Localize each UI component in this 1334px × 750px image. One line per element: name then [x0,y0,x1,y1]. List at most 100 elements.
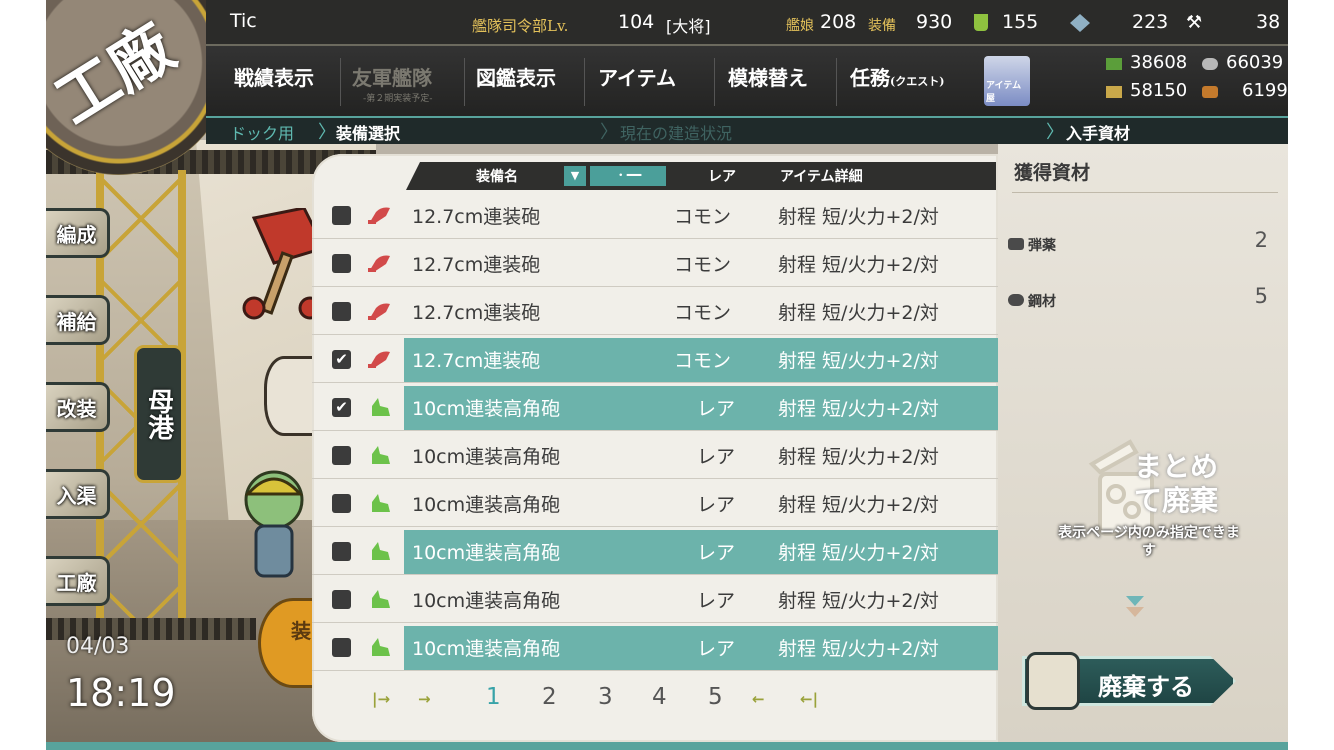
equipment-list-panel: 装備名 ▼ ・━━ レア アイテム詳細 12.7cm連装砲 コモン 射程 短/火力+… [312,154,998,742]
item-shop-button[interactable]: アイテム屋 [984,56,1030,106]
equipment-name: 12.7cm連装砲 [412,350,541,372]
row-checkbox[interactable] [332,254,351,273]
clock-date: 04/03 [66,634,130,659]
last-page-button[interactable]: ←| [800,690,818,708]
steel-icon [1202,58,1218,70]
row-checkbox[interactable] [332,542,351,561]
sort-direction-button[interactable]: ▼ [564,166,586,186]
equipment-name: 10cm連装高角砲 [412,398,561,420]
aa-gun-icon [372,638,390,656]
row-checkbox[interactable]: ✔ [332,398,351,417]
bauxite-icon [1202,86,1218,98]
equipment-row[interactable]: 10cm連装高角砲 レア 射程 短/火力+2/対 [312,528,998,575]
nav-organize-label: 編成 [56,222,97,247]
equipment-name: 12.7cm連装砲 [412,302,541,324]
first-page-button[interactable]: |→ [372,690,390,708]
steel-amount: 66039 [1226,52,1284,73]
equipment-row[interactable]: 10cm連装高角砲 レア 射程 短/火力+2/対 [312,480,998,527]
page-1[interactable]: 1 [486,684,501,710]
detail-fade [932,242,972,286]
gained-resources-panel: 獲得資材 弾薬 2 鋼材 5 まとめて廃棄 表示ページ内のみ指定できます 廃棄す… [998,144,1288,750]
page-2[interactable]: 2 [542,684,557,710]
equipment-row[interactable]: 12.7cm連装砲 コモン 射程 短/火力+2/対 [312,240,998,287]
ship-count: 208 [820,11,857,33]
equipment-row[interactable]: 12.7cm連装砲 コモン 射程 短/火力+2/対 [312,288,998,335]
equipment-row[interactable]: 10cm連装高角砲 レア 射程 短/火力+2/対 [312,624,998,671]
ammo-icon [1008,238,1024,250]
nav-resupply-label: 補給 [56,309,97,334]
equipment-row[interactable]: ✔ 12.7cm連装砲 コモン 射程 短/火力+2/対 [312,336,998,383]
row-checkbox[interactable] [332,494,351,513]
row-checkbox[interactable]: ✔ [332,350,351,369]
equipment-rarity: レア [697,638,736,660]
main-gun-icon [368,303,390,320]
breadcrumb-equip-select: 装備選択 [336,124,401,143]
port-button[interactable]: 母港 [134,345,184,483]
breadcrumb: ドック用 〉 装備選択 〉 現在の建造状況 〉 入手資材 [206,118,1288,144]
row-checkbox[interactable] [332,206,351,225]
nav-organize-button[interactable]: 編成 [46,208,110,258]
equipment-row[interactable]: 10cm連装高角砲 レア 射程 短/火力+2/対 [312,432,998,479]
record-button[interactable]: 戦績表示 [234,62,314,91]
bulk-scrap-title: まとめて廃棄 [1134,450,1219,517]
fairy-character [244,470,304,578]
scrap-gear-icon [1026,652,1080,710]
main-gun-icon [368,255,390,272]
bauxite-amount: 6199 [1242,80,1288,101]
row-checkbox[interactable] [332,446,351,465]
row-checkbox[interactable] [332,590,351,609]
items-button[interactable]: アイテム [598,62,676,91]
nav-factory-button[interactable]: 工廠 [46,556,110,606]
nav-repair-button[interactable]: 入渠 [46,469,110,519]
row-checkbox[interactable] [332,638,351,657]
pagination: |→ → 1 2 3 4 5 ← ←| [372,684,892,724]
equipment-name: 12.7cm連装砲 [412,254,541,276]
prev-page-button[interactable]: → [418,690,431,708]
gained-ammo-value: 2 [1254,228,1268,252]
furniture-button[interactable]: 模様替え [728,62,808,91]
album-button[interactable]: 図鑑表示 [476,62,556,91]
equipment-name: 10cm連装高角砲 [412,638,561,660]
hq-level: 104 [618,11,655,33]
nav-remodel-label: 改装 [56,396,97,421]
nav-remodel-button[interactable]: 改装 [46,382,110,432]
friendly-fleet-note: -第２期実装予定- [363,94,433,104]
equipment-name: 12.7cm連装砲 [412,206,541,228]
quest-label: 任務 [850,66,890,90]
detail-fade [932,386,972,430]
admiral-name: Tic [230,10,257,32]
quest-button[interactable]: 任務(クエスト) [850,62,944,91]
scrap-button-label: 廃棄する [1098,672,1194,701]
equipment-name: 10cm連装高角砲 [412,590,561,612]
arrow-down-icon [1126,596,1144,606]
equipment-rarity: コモン [674,350,732,372]
sort-mode-button[interactable]: ・━━ [590,166,666,186]
chevron-right-icon: 〉 [1046,122,1064,143]
page-5[interactable]: 5 [708,684,723,710]
equipment-name: 10cm連装高角砲 [412,446,561,468]
hq-level-label: 艦隊司令部Lv. [472,17,569,35]
ammo-icon [1106,86,1122,98]
admiral-rank: [大将] [666,17,711,36]
equipment-row[interactable]: 10cm連装高角砲 レア 射程 短/火力+2/対 [312,576,998,623]
gained-steel-label: 鋼材 [1028,294,1056,310]
breadcrumb-gained-resources: 入手資材 [1066,124,1131,143]
aa-gun-icon [372,542,390,560]
equipment-row[interactable]: ✔ 10cm連装高角砲 レア 射程 短/火力+2/対 [312,384,998,431]
equipment-row[interactable]: 12.7cm連装砲 コモン 射程 短/火力+2/対 [312,192,998,239]
aa-gun-icon [372,398,390,416]
next-page-button[interactable]: ← [752,690,765,708]
page-4[interactable]: 4 [652,684,667,710]
nav-resupply-button[interactable]: 補給 [46,295,110,345]
detail-fade [932,530,972,574]
column-name: 装備名 [476,169,518,185]
bucket-icon [974,14,988,31]
breadcrumb-dock: ドック用 [230,124,295,143]
equipment-rarity: レア [697,542,736,564]
main-gun-icon [368,207,390,224]
friendly-fleet-button: 友軍艦隊 [352,66,432,90]
row-checkbox[interactable] [332,302,351,321]
equipment-rarity: コモン [674,254,732,276]
chevron-right-icon: 〉 [600,122,618,143]
page-3[interactable]: 3 [598,684,613,710]
